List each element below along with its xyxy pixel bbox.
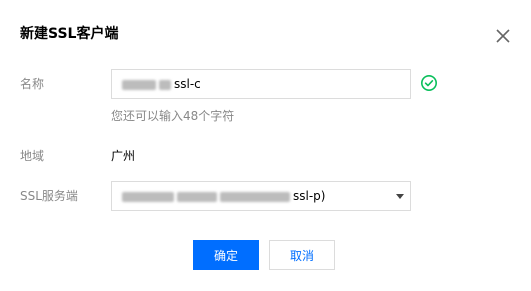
redacted-text <box>220 191 290 202</box>
region-label: 地域 <box>20 149 45 163</box>
redacted-text <box>122 191 174 202</box>
cancel-button[interactable]: 取消 <box>269 240 335 270</box>
redacted-text <box>159 79 171 90</box>
name-input[interactable]: ssl-c <box>111 69 411 99</box>
region-value: 广州 <box>111 149 136 163</box>
close-button[interactable] <box>494 27 512 45</box>
name-input-value: ssl-c <box>174 77 201 91</box>
validation-indicator <box>420 74 438 92</box>
ssl-server-label: SSL服务端 <box>20 189 78 203</box>
name-label: 名称 <box>20 77 45 91</box>
dialog-title: 新建SSL客户端 <box>20 26 119 42</box>
ssl-server-select[interactable]: ssl-p) <box>111 181 411 211</box>
check-circle-icon <box>421 75 437 91</box>
redacted-text <box>177 191 217 202</box>
caret-down-icon <box>396 194 404 199</box>
name-char-hint: 您还可以输入48个字符 <box>111 109 235 123</box>
ssl-server-select-value: ssl-p) <box>293 189 326 203</box>
close-icon <box>496 29 510 43</box>
create-ssl-client-dialog: 新建SSL客户端 名称 ssl-c 您还可以输入48个字符 地域 广州 SSL服… <box>0 0 531 291</box>
redacted-text <box>122 79 156 90</box>
confirm-button[interactable]: 确定 <box>193 240 259 270</box>
